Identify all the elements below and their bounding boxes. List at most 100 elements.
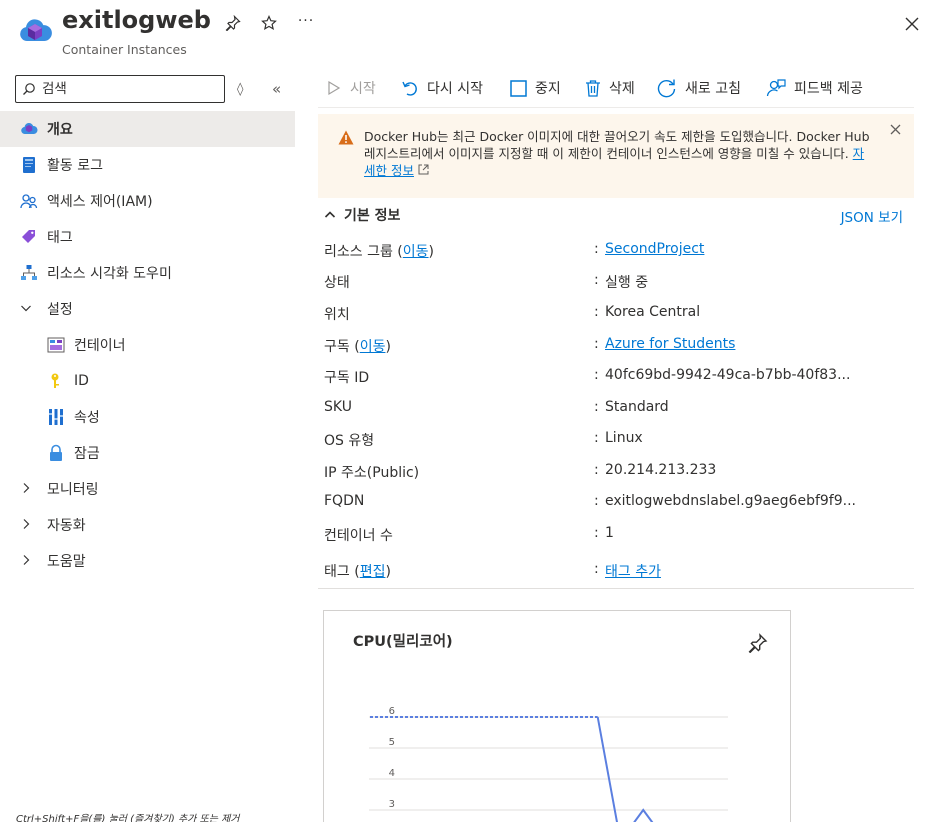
more-options-button[interactable]: ···: [295, 10, 317, 32]
keyboard-hint: Ctrl+Shift+F을(를) 눌러 (즐겨찾기) 추가 또는 제거: [16, 814, 240, 822]
sidebar-item-containers[interactable]: 컨테이너: [0, 327, 295, 363]
separator: :: [594, 493, 599, 509]
separator: :: [594, 336, 599, 352]
sidebar-group-settings[interactable]: 설정: [0, 291, 295, 327]
feedback-button[interactable]: 피드백 제공: [766, 78, 863, 98]
y-tick-label: 4: [389, 768, 395, 779]
sidebar-item-activity-log[interactable]: 활동 로그: [0, 147, 295, 183]
essentials-key: FQDN: [324, 493, 365, 509]
external-link-icon: [418, 164, 429, 175]
cloud-icon: [20, 120, 38, 138]
sidebar-item-iam[interactable]: 액세스 제어(IAM): [0, 183, 295, 219]
sidebar-item-label: 잠금: [74, 446, 100, 462]
feedback-icon: [766, 79, 786, 97]
lock-icon: [47, 444, 65, 462]
essentials-row-subscription-id: 구독 ID : 40fc69bd-9942-49ca-b7bb-40f83...: [324, 367, 914, 391]
restart-icon: [402, 81, 417, 96]
essentials-value: 20.214.213.233: [605, 462, 717, 478]
cpu-chart-card: CPU(밀리코어) 6543: [323, 610, 791, 822]
properties-icon: [47, 408, 65, 426]
sidebar-item-label: 액세스 제어(IAM): [47, 194, 153, 210]
sort-icon: ◊: [237, 82, 244, 97]
move-link[interactable]: 이동: [360, 339, 386, 355]
sidebar-item-overview[interactable]: 개요: [0, 111, 295, 147]
separator: :: [594, 304, 599, 320]
start-label: 시작: [350, 81, 376, 97]
sidebar-item-properties[interactable]: 속성: [0, 399, 295, 435]
json-view-link[interactable]: JSON 보기: [841, 206, 903, 226]
page-title: exitlogweb: [62, 6, 211, 34]
essentials-row-fqdn: FQDN : exitlogwebdnslabel.g9aeg6ebf9f9..…: [324, 493, 914, 517]
close-icon[interactable]: [902, 14, 922, 34]
stop-icon: [510, 79, 527, 97]
collapse-sidebar-button[interactable]: «: [272, 80, 281, 98]
sidebar-group-monitoring[interactable]: 모니터링: [0, 471, 295, 507]
sidebar-item-label: 자동화: [47, 518, 86, 534]
refresh-label: 새로 고침: [685, 81, 741, 97]
resource-group-link[interactable]: SecondProject: [605, 241, 704, 257]
warning-icon: [338, 130, 354, 145]
search-box[interactable]: [15, 75, 225, 103]
subscription-link[interactable]: Azure for Students: [605, 336, 735, 352]
essentials-value: Linux: [605, 430, 643, 446]
add-tag-link[interactable]: 태그 추가: [605, 561, 661, 581]
cpu-line-chart: 6 5 4 3: [369, 706, 728, 822]
sidebar-item-locks[interactable]: 잠금: [0, 435, 295, 471]
search-input[interactable]: [42, 79, 217, 99]
essentials-value: 실행 중: [605, 275, 649, 291]
essentials-value: 1: [605, 525, 614, 541]
essentials-key: 컨테이너 수: [324, 528, 393, 544]
close-icon[interactable]: [890, 124, 901, 135]
essentials-toggle[interactable]: 기본 정보: [324, 205, 400, 225]
sidebar-item-resource-visualizer[interactable]: 리소스 시각화 도우미: [0, 255, 295, 291]
container-instances-icon: [20, 19, 52, 41]
restart-button[interactable]: 다시 시작: [402, 78, 483, 98]
sidebar-item-label: 리소스 시각화 도우미: [47, 266, 172, 282]
essentials-value: Standard: [605, 399, 669, 415]
hierarchy-icon: [20, 264, 38, 282]
delete-button[interactable]: 삭제: [585, 78, 635, 98]
toolbar-divider: [318, 107, 914, 108]
sidebar-group-automation[interactable]: 자동화: [0, 507, 295, 543]
expand-collapse-button[interactable]: ◊: [237, 82, 243, 97]
chevron-down-icon: [20, 302, 32, 317]
move-link[interactable]: 이동: [403, 244, 429, 260]
tag-icon: [20, 228, 38, 246]
sidebar-item-label: 태그: [47, 230, 73, 246]
warning-banner: Docker Hub는 최근 Docker 이미지에 대한 끌어오기 속도 제한…: [318, 114, 914, 198]
key-icon: [47, 372, 65, 390]
refresh-button[interactable]: 새로 고침: [657, 78, 741, 98]
favorite-button[interactable]: [258, 12, 280, 34]
y-tick-label: 6: [389, 706, 395, 717]
essentials-row-status: 상태 : 실행 중: [324, 272, 914, 296]
sidebar-item-identity[interactable]: ID: [0, 363, 295, 399]
sidebar-group-help[interactable]: 도움말: [0, 543, 295, 579]
y-tick-label: 5: [389, 737, 395, 748]
banner-message: Docker Hub는 최근 Docker 이미지에 대한 끌어오기 속도 제한…: [364, 128, 874, 179]
banner-text: Docker Hub는 최근 Docker 이미지에 대한 끌어오기 속도 제한…: [364, 129, 870, 161]
sidebar-item-tags[interactable]: 태그: [0, 219, 295, 255]
ellipsis-icon: ···: [297, 13, 315, 29]
sidebar-item-label: ID: [74, 373, 89, 389]
refresh-icon: [657, 79, 676, 98]
start-button[interactable]: 시작: [326, 78, 376, 98]
essentials-value: Korea Central: [605, 304, 701, 320]
pin-button[interactable]: [222, 12, 244, 34]
essentials-key: 태그 (편집): [324, 564, 391, 580]
separator: :: [594, 561, 599, 577]
essentials-value: exitlogwebdnslabel.g9aeg6ebf9f9...: [605, 493, 856, 509]
star-icon: [261, 15, 277, 31]
activity-log-icon: [20, 156, 38, 174]
trash-icon: [586, 79, 600, 97]
essentials-value: 40fc69bd-9942-49ca-b7bb-40f83...: [605, 367, 851, 383]
separator: :: [594, 241, 599, 257]
delete-label: 삭제: [609, 81, 635, 97]
essentials-row-resource-group: 리소스 그룹 (이동) : SecondProject: [324, 241, 914, 265]
essentials-row-sku: SKU : Standard: [324, 399, 914, 423]
separator: :: [594, 399, 599, 415]
separator: :: [594, 272, 599, 288]
separator: :: [594, 525, 599, 541]
stop-button[interactable]: 중지: [510, 78, 561, 98]
sidebar-item-label: 활동 로그: [47, 158, 103, 174]
edit-tags-link[interactable]: 편집: [360, 564, 386, 580]
